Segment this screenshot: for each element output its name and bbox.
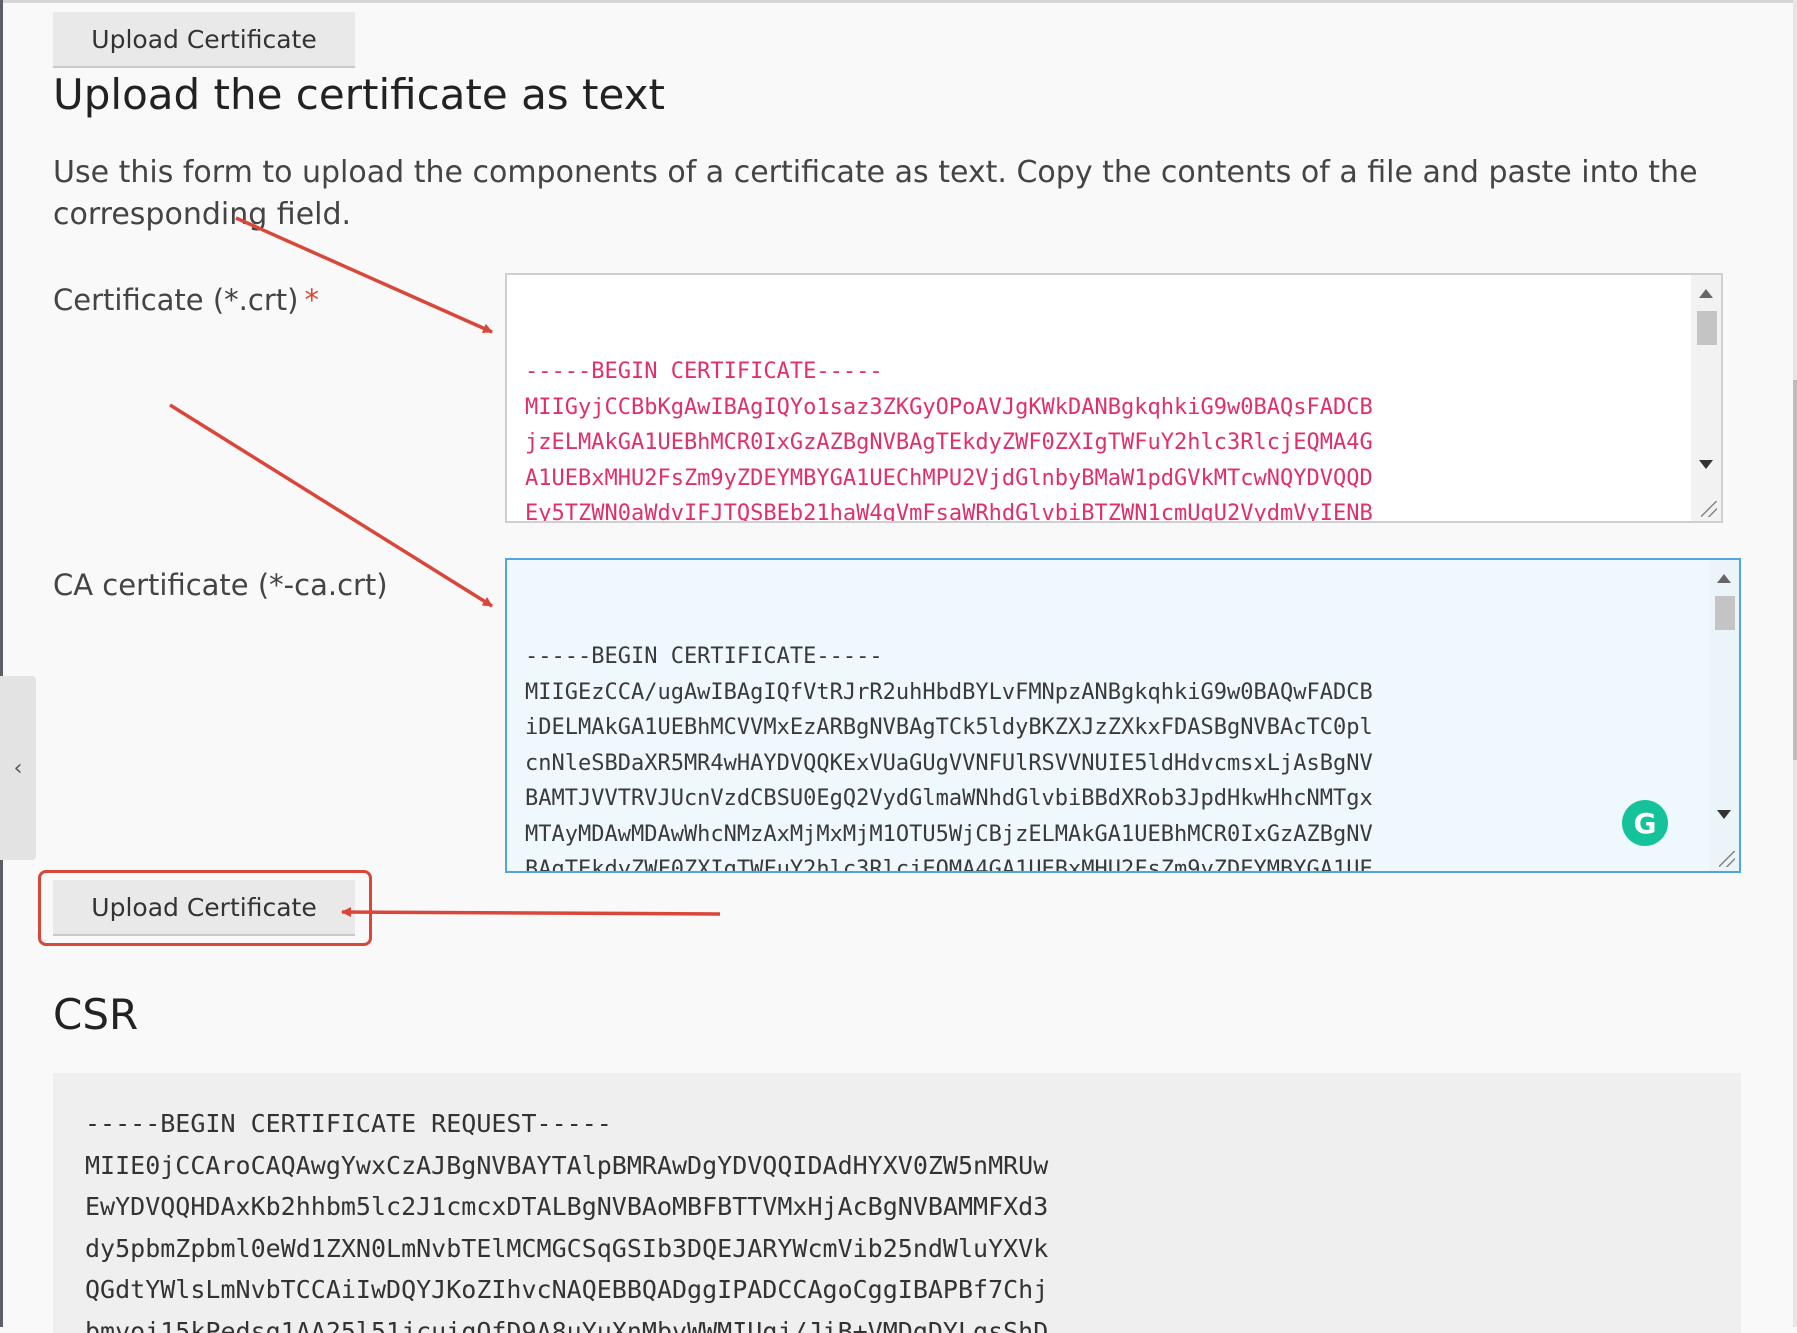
grammarly-icon[interactable]: G (1622, 800, 1668, 846)
scroll-down-icon[interactable] (1717, 810, 1731, 819)
ca-certificate-textarea[interactable]: -----BEGIN CERTIFICATE----- MIIGEzCCA/ug… (505, 558, 1741, 873)
ca-certificate-textarea-scrollbar[interactable] (1709, 560, 1739, 871)
top-divider (0, 0, 1797, 3)
scroll-down-icon[interactable] (1699, 460, 1713, 469)
page-title: Upload the certificate as text (53, 70, 665, 119)
upload-certificate-button[interactable]: Upload Certificate (53, 880, 355, 936)
certificate-textarea-value: -----BEGIN CERTIFICATE----- MIIGyjCCBbKg… (525, 359, 1373, 523)
page-scrollbar[interactable] (1793, 0, 1797, 1327)
csr-heading: CSR (53, 990, 139, 1039)
ca-certificate-label: CA certificate (*-ca.crt) (53, 568, 388, 602)
scroll-thumb[interactable] (1697, 311, 1717, 345)
required-mark: * (304, 283, 319, 317)
ca-certificate-textarea-value: -----BEGIN CERTIFICATE----- MIIGEzCCA/ug… (525, 644, 1373, 873)
resize-handle-icon[interactable] (1719, 851, 1735, 867)
section-description: Use this form to upload the components o… (53, 155, 1698, 232)
chevron-left-icon: ‹ (13, 755, 23, 781)
resize-handle-icon[interactable] (1701, 501, 1717, 517)
csr-text-block: -----BEGIN CERTIFICATE REQUEST----- MIIE… (53, 1073, 1741, 1333)
scroll-up-icon[interactable] (1717, 574, 1731, 583)
annotation-arrow-upload-button (341, 907, 721, 918)
sidebar-toggle[interactable]: ‹ (0, 676, 36, 860)
certificate-textarea[interactable]: -----BEGIN CERTIFICATE----- MIIGyjCCBbKg… (505, 273, 1723, 523)
page-scrollbar-thumb[interactable] (1793, 380, 1797, 760)
left-edge-bar (0, 0, 3, 1327)
certificate-label: Certificate (*.crt) * (53, 283, 319, 317)
upload-certificate-button-top[interactable]: Upload Certificate (53, 12, 355, 68)
scroll-up-icon[interactable] (1699, 289, 1713, 298)
certificate-textarea-scrollbar[interactable] (1691, 275, 1721, 521)
scroll-thumb[interactable] (1715, 596, 1735, 630)
certificate-label-text: Certificate (*.crt) (53, 283, 299, 317)
